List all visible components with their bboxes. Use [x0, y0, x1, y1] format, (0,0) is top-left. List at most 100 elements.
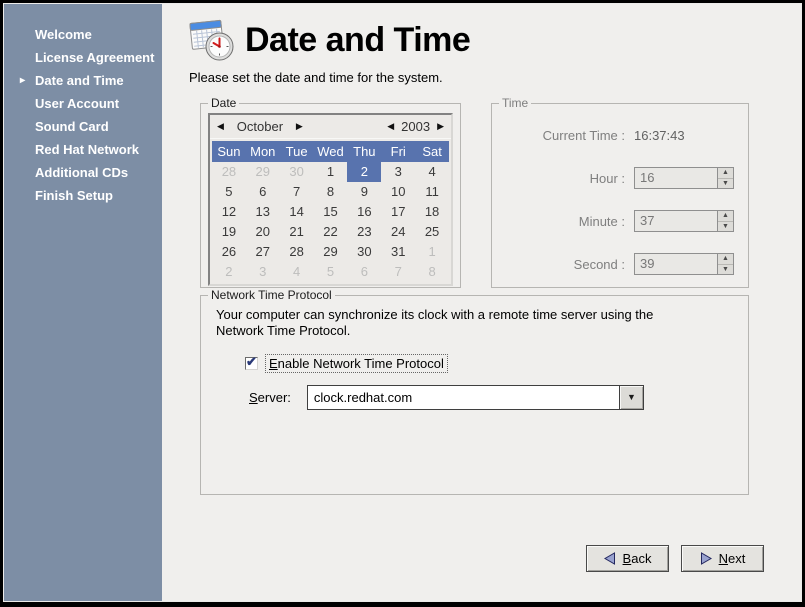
server-input[interactable]: [307, 385, 619, 410]
calendar-day-selected[interactable]: 2: [347, 162, 381, 182]
second-value[interactable]: 39: [635, 254, 717, 274]
sidebar-item-additional-cds: Additional CDs: [4, 161, 162, 184]
calendar-day[interactable]: 30: [347, 242, 381, 262]
calendar-weekday: Fri: [381, 141, 415, 162]
sidebar-item-label: Welcome: [35, 27, 92, 42]
enable-ntp-label[interactable]: Enable Network Time Protocol: [265, 354, 448, 373]
calendar-day[interactable]: 25: [415, 222, 449, 242]
hour-spin-down-button[interactable]: ▼: [718, 178, 733, 189]
calendar-day[interactable]: 30: [280, 162, 314, 182]
next-year-button[interactable]: ▶: [437, 122, 444, 131]
calendar-day[interactable]: 9: [347, 182, 381, 202]
page-subtitle: Please set the date and time for the sys…: [162, 63, 801, 85]
hour-row: Hour : 16 ▲ ▼: [498, 167, 734, 189]
minute-spin-down-button[interactable]: ▼: [718, 221, 733, 232]
calendar-day[interactable]: 14: [280, 202, 314, 222]
sidebar-item-user-account: User Account: [4, 92, 162, 115]
ntp-group: Network Time Protocol Your computer can …: [200, 288, 749, 495]
calendar-day[interactable]: 28: [212, 162, 246, 182]
calendar-day[interactable]: 15: [314, 202, 348, 222]
calendar-day[interactable]: 3: [246, 262, 280, 282]
minute-row: Minute : 37 ▲ ▼: [498, 210, 734, 232]
calendar-day[interactable]: 3: [381, 162, 415, 182]
second-spinbox[interactable]: 39 ▲ ▼: [634, 253, 734, 275]
calendar-day[interactable]: 21: [280, 222, 314, 242]
second-spin-up-button[interactable]: ▲: [718, 254, 733, 264]
check-icon: ✔: [246, 354, 257, 370]
back-button[interactable]: Back: [586, 545, 669, 572]
second-label: Second :: [574, 257, 625, 272]
date-group-legend: Date: [208, 96, 239, 110]
sidebar-item-sound-card: Sound Card: [4, 115, 162, 138]
calendar-day[interactable]: 22: [314, 222, 348, 242]
calendar-day[interactable]: 23: [347, 222, 381, 242]
prev-year-button[interactable]: ◀: [387, 122, 394, 131]
calendar-day[interactable]: 11: [415, 182, 449, 202]
calendar-day[interactable]: 2: [212, 262, 246, 282]
calendar-day[interactable]: 19: [212, 222, 246, 242]
calendar-day[interactable]: 10: [381, 182, 415, 202]
sidebar: Welcome License Agreement ▸ Date and Tim…: [4, 4, 162, 601]
minute-value[interactable]: 37: [635, 211, 717, 231]
calendar-day[interactable]: 4: [415, 162, 449, 182]
hour-spinbox[interactable]: 16 ▲ ▼: [634, 167, 734, 189]
calendar-day[interactable]: 28: [280, 242, 314, 262]
sidebar-item-label: User Account: [35, 96, 119, 111]
calendar-day[interactable]: 5: [212, 182, 246, 202]
calendar-day[interactable]: 1: [314, 162, 348, 182]
enable-ntp-row: ✔ Enable Network Time Protocol: [245, 354, 742, 373]
current-time-row: Current Time : 16:37:43: [498, 124, 734, 146]
calendar-day[interactable]: 6: [347, 262, 381, 282]
minute-spin-up-button[interactable]: ▲: [718, 211, 733, 221]
calendar-day[interactable]: 13: [246, 202, 280, 222]
calendar-day[interactable]: 26: [212, 242, 246, 262]
calendar-day[interactable]: 24: [381, 222, 415, 242]
enable-ntp-checkbox[interactable]: ✔: [245, 357, 258, 370]
calendar-day[interactable]: 5: [314, 262, 348, 282]
server-label: Server:: [249, 390, 291, 405]
sidebar-item-license-agreement: License Agreement: [4, 46, 162, 69]
calendar-weekday: Sat: [415, 141, 449, 162]
content: Date ◀ October ▶ ◀ 2003 ▶ SunMonTueWedTh…: [200, 96, 749, 495]
hour-spin-up-button[interactable]: ▲: [718, 168, 733, 178]
calendar-day[interactable]: 1: [415, 242, 449, 262]
calendar-day[interactable]: 20: [246, 222, 280, 242]
sidebar-item-welcome: Welcome: [4, 23, 162, 46]
back-arrow-icon: [604, 552, 616, 565]
next-month-button[interactable]: ▶: [296, 122, 303, 131]
calendar-day[interactable]: 8: [415, 262, 449, 282]
sidebar-item-label: Sound Card: [35, 119, 109, 134]
server-combobox: ▼: [307, 385, 644, 410]
calendar-weekday: Thu: [347, 141, 381, 162]
calendar-day[interactable]: 31: [381, 242, 415, 262]
prev-month-button[interactable]: ◀: [217, 122, 224, 131]
sidebar-item-label: Date and Time: [35, 73, 124, 88]
hour-value[interactable]: 16: [635, 168, 717, 188]
calendar-day[interactable]: 27: [246, 242, 280, 262]
calendar-day[interactable]: 4: [280, 262, 314, 282]
calendar-day[interactable]: 7: [381, 262, 415, 282]
calendar-day[interactable]: 17: [381, 202, 415, 222]
calendar-day[interactable]: 8: [314, 182, 348, 202]
minute-spinbox[interactable]: 37 ▲ ▼: [634, 210, 734, 232]
page-header: Date and Time: [162, 4, 801, 63]
sidebar-item-red-hat-network: Red Hat Network: [4, 138, 162, 161]
server-dropdown-button[interactable]: ▼: [619, 385, 644, 410]
next-button-label: Next: [719, 551, 746, 566]
active-step-arrow-icon: ▸: [20, 69, 25, 92]
second-spin-down-button[interactable]: ▼: [718, 264, 733, 275]
calendar-year: 2003: [401, 119, 430, 134]
calendar-day[interactable]: 18: [415, 202, 449, 222]
calendar-day[interactable]: 29: [246, 162, 280, 182]
calendar-day[interactable]: 6: [246, 182, 280, 202]
calendar-day[interactable]: 12: [212, 202, 246, 222]
second-row: Second : 39 ▲ ▼: [498, 253, 734, 275]
calendar-day[interactable]: 29: [314, 242, 348, 262]
calendar-month: October: [231, 119, 289, 134]
setup-wizard-window: Welcome License Agreement ▸ Date and Tim…: [0, 0, 805, 607]
minute-label: Minute :: [579, 214, 625, 229]
calendar-day[interactable]: 7: [280, 182, 314, 202]
calendar-day[interactable]: 16: [347, 202, 381, 222]
next-button[interactable]: Next: [681, 545, 764, 572]
ntp-description: Your computer can synchronize its clock …: [216, 307, 668, 339]
